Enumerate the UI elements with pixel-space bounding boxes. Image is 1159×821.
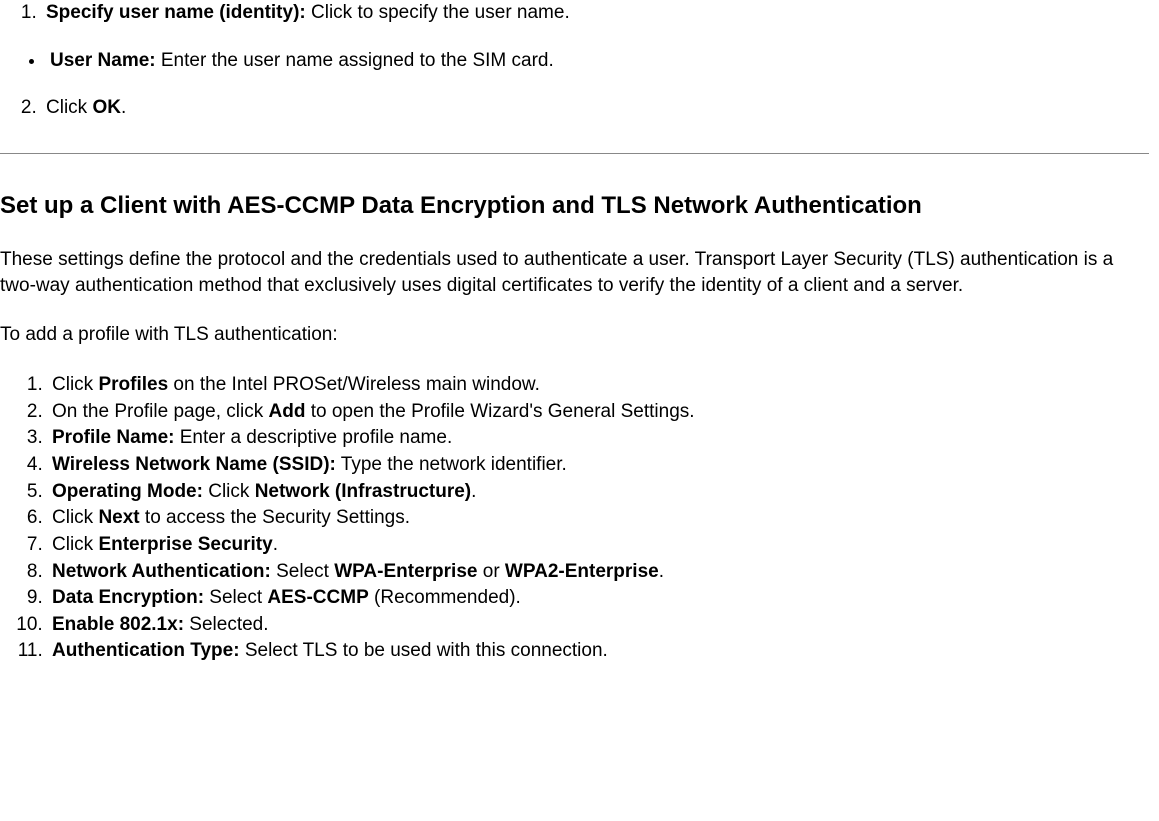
step-9-mid: Select <box>204 587 267 608</box>
step-2: On the Profile page, click Add to open t… <box>48 399 1149 425</box>
user-name-label: User Name: <box>50 50 156 71</box>
step-6-pre: Click <box>52 507 98 528</box>
step-8-mid2: or <box>477 561 504 582</box>
specify-identity-label: Specify user name (identity): <box>46 2 306 23</box>
top-list-item-2: Click OK. <box>42 95 1149 121</box>
step-6: Click Next to access the Security Settin… <box>48 505 1149 531</box>
step-7: Click Enterprise Security. <box>48 532 1149 558</box>
user-name-text: Enter the user name assigned to the SIM … <box>156 50 554 71</box>
step-5-mid: Click <box>203 481 255 502</box>
top-bullet-list: User Name: Enter the user name assigned … <box>20 48 1149 74</box>
step-8: Network Authentication: Select WPA-Enter… <box>48 559 1149 585</box>
step-5: Operating Mode: Click Network (Infrastru… <box>48 479 1149 505</box>
step-8-bold: Network Authentication: <box>52 561 271 582</box>
step-4-post: Type the network identifier. <box>336 454 567 475</box>
step-4: Wireless Network Name (SSID): Type the n… <box>48 452 1149 478</box>
step-11-bold: Authentication Type: <box>52 640 240 661</box>
step-1-post: on the Intel PROSet/Wireless main window… <box>168 374 540 395</box>
step-9-bold2: AES-CCMP <box>267 587 368 608</box>
step-7-pre: Click <box>52 534 98 555</box>
step-8-bold3: WPA2-Enterprise <box>505 561 659 582</box>
specify-identity-text: Click to specify the user name. <box>306 2 570 23</box>
step-6-bold: Next <box>98 507 139 528</box>
step-11: Authentication Type: Select TLS to be us… <box>48 638 1149 664</box>
step-5-bold2: Network (Infrastructure) <box>255 481 471 502</box>
step-5-post: . <box>471 481 476 502</box>
intro-paragraph: These settings define the protocol and t… <box>0 247 1149 298</box>
step-5-bold: Operating Mode: <box>52 481 203 502</box>
top-ordered-list: Specify user name (identity): Click to s… <box>0 0 1149 121</box>
step-11-post: Select TLS to be used with this connecti… <box>240 640 608 661</box>
ok-label: OK <box>92 97 121 118</box>
lead-paragraph: To add a profile with TLS authentication… <box>0 322 1149 348</box>
steps-list: Click Profiles on the Intel PROSet/Wirel… <box>0 372 1149 664</box>
step-9-post: (Recommended). <box>369 587 521 608</box>
top-list-item-1: Specify user name (identity): Click to s… <box>42 0 1149 73</box>
step-10-bold: Enable 802.1x: <box>52 614 184 635</box>
step-1-bold: Profiles <box>98 374 168 395</box>
step-9: Data Encryption: Select AES-CCMP (Recomm… <box>48 585 1149 611</box>
step-8-bold2: WPA-Enterprise <box>334 561 477 582</box>
section-heading: Set up a Client with AES-CCMP Data Encry… <box>0 190 1149 221</box>
click-ok-post: . <box>121 97 126 118</box>
section-divider <box>0 153 1149 154</box>
step-8-mid1: Select <box>271 561 334 582</box>
step-2-bold: Add <box>269 401 306 422</box>
click-ok-pre: Click <box>46 97 92 118</box>
step-10-post: Selected. <box>184 614 269 635</box>
step-7-bold: Enterprise Security <box>98 534 272 555</box>
step-3: Profile Name: Enter a descriptive profil… <box>48 425 1149 451</box>
step-3-bold: Profile Name: <box>52 427 174 448</box>
step-1-pre: Click <box>52 374 98 395</box>
user-name-bullet: User Name: Enter the user name assigned … <box>46 48 1149 74</box>
step-2-post: to open the Profile Wizard's General Set… <box>305 401 694 422</box>
step-4-bold: Wireless Network Name (SSID): <box>52 454 336 475</box>
step-1: Click Profiles on the Intel PROSet/Wirel… <box>48 372 1149 398</box>
step-10: Enable 802.1x: Selected. <box>48 612 1149 638</box>
step-7-post: . <box>273 534 278 555</box>
step-8-post: . <box>659 561 664 582</box>
step-2-pre: On the Profile page, click <box>52 401 269 422</box>
step-3-post: Enter a descriptive profile name. <box>174 427 452 448</box>
step-9-bold: Data Encryption: <box>52 587 204 608</box>
step-6-post: to access the Security Settings. <box>140 507 410 528</box>
